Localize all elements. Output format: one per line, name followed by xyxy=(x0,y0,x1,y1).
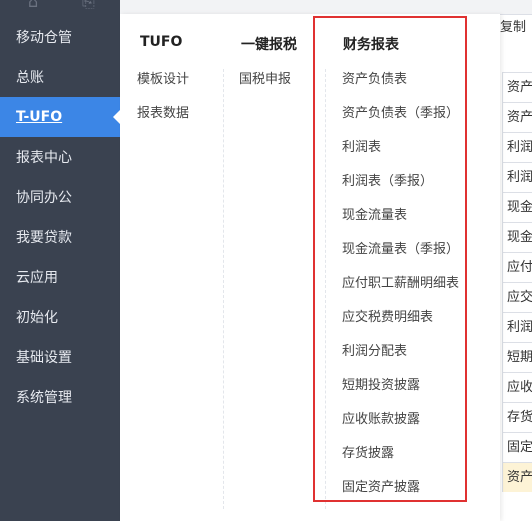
partial-icon: ⌂ xyxy=(28,0,39,11)
table-cell: 应交 xyxy=(502,282,532,312)
sidebar-item-collaboration[interactable]: 协同办公 xyxy=(0,178,120,218)
sidebar-item-loan[interactable]: 我要贷款 xyxy=(0,218,120,258)
table-cell: 资产 xyxy=(502,72,532,102)
menu-column-title-tax-filing: 一键报税 xyxy=(241,37,297,53)
copy-button[interactable]: 复制 xyxy=(500,16,526,35)
table-cell: 现金 xyxy=(502,192,532,222)
background-toolbar xyxy=(120,0,532,15)
menu-link-report-data[interactable]: 报表数据 xyxy=(137,102,189,121)
column-divider xyxy=(223,69,224,509)
table-cell: 存货 xyxy=(502,402,532,432)
menu-link-template-design[interactable]: 模板设计 xyxy=(137,68,189,87)
partial-icon: ⎘ xyxy=(82,0,95,11)
annotation-highlight-box xyxy=(313,16,467,502)
table-cell: 短期 xyxy=(502,342,532,372)
sidebar-item-general-ledger[interactable]: 总账 xyxy=(0,58,120,98)
table-cell: 利润 xyxy=(502,132,532,162)
sidebar-item-initialization[interactable]: 初始化 xyxy=(0,298,120,338)
sidebar-item-system-management[interactable]: 系统管理 xyxy=(0,378,120,418)
sidebar-item-basic-settings[interactable]: 基础设置 xyxy=(0,338,120,378)
table-cell: 资产 xyxy=(502,462,532,492)
sidebar-item-cloud-apps[interactable]: 云应用 xyxy=(0,258,120,298)
menu-column-title-tufo: TUFO xyxy=(140,34,183,50)
table-cell: 固定 xyxy=(502,432,532,462)
table-cell: 应付 xyxy=(502,252,532,282)
table-cell: 利润 xyxy=(502,162,532,192)
table-cell: 资产 xyxy=(502,102,532,132)
table-cell: 应收 xyxy=(502,372,532,402)
table-cell: 利润 xyxy=(502,312,532,342)
sidebar-top-icons: ⌂ ⎘ xyxy=(0,0,120,14)
menu-link-national-tax-filing[interactable]: 国税申报 xyxy=(239,68,291,87)
sidebar-item-report-center[interactable]: 报表中心 xyxy=(0,138,120,178)
table-cell: 现金 xyxy=(502,222,532,252)
sidebar-item-mobile-warehouse[interactable]: 移动仓管 xyxy=(0,18,120,58)
sidebar: ⌂ ⎘ 移动仓管 总账 T-UFO 报表中心 协同办公 我要贷款 云应用 初始化… xyxy=(0,0,120,521)
sidebar-item-t-ufo[interactable]: T-UFO xyxy=(0,97,120,137)
